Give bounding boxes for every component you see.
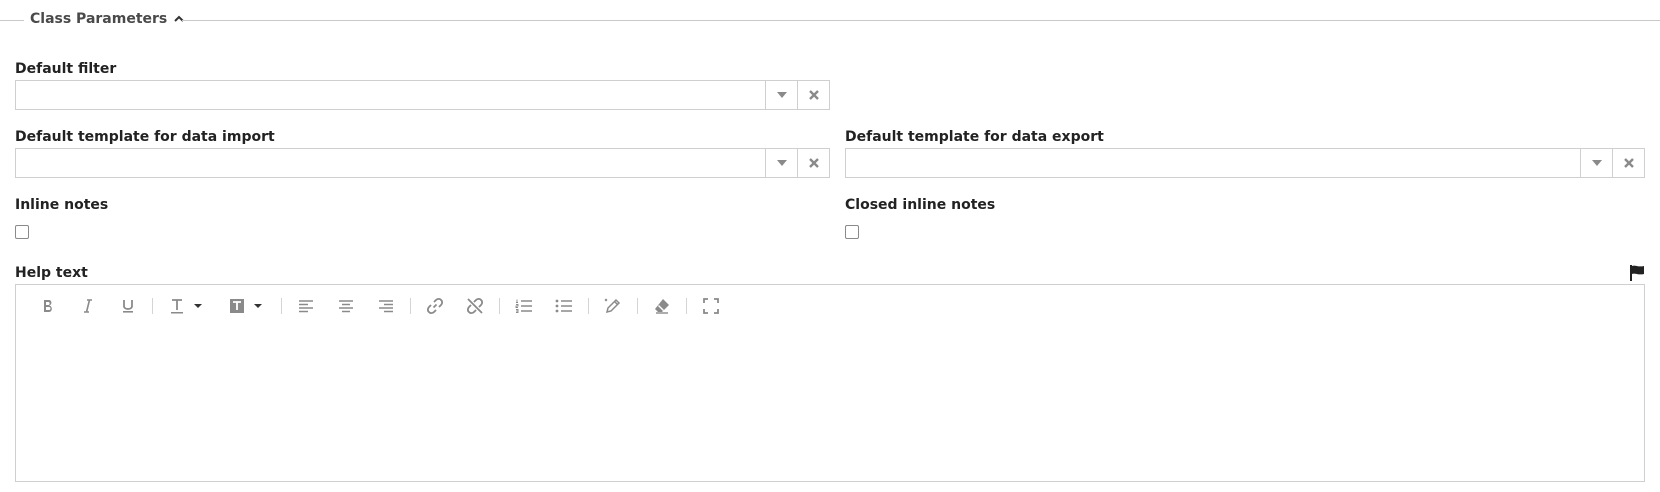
export-template-input[interactable]: [846, 149, 1580, 177]
toolbar-separator: [588, 298, 589, 314]
fullscreen-button[interactable]: [691, 293, 731, 319]
caret-down-icon: [776, 92, 787, 98]
export-template-clear-button[interactable]: [1612, 149, 1644, 177]
toolbar-separator: [410, 298, 411, 314]
clear-format-button[interactable]: [642, 293, 682, 319]
pencil-icon: [604, 298, 621, 314]
link-icon: [426, 297, 444, 315]
import-template-label: Default template for data import: [15, 129, 275, 145]
align-center-button[interactable]: [326, 293, 366, 319]
default-filter-combo: [15, 80, 830, 110]
underline-button[interactable]: [108, 293, 148, 319]
default-filter-clear-button[interactable]: [797, 81, 829, 109]
close-icon: [808, 158, 819, 168]
default-filter-dropdown-button[interactable]: [765, 81, 797, 109]
align-left-icon: [299, 300, 313, 313]
italic-button[interactable]: [68, 293, 108, 319]
toolbar-separator: [281, 298, 282, 314]
unlink-button[interactable]: [455, 293, 495, 319]
caret-down-icon: [776, 160, 787, 166]
inline-notes-checkbox[interactable]: [15, 225, 29, 239]
toolbar-separator: [686, 298, 687, 314]
caret-down-icon: [1591, 160, 1602, 166]
ordered-list-icon: [515, 299, 532, 313]
align-right-button[interactable]: [366, 293, 406, 319]
help-text-editor: [15, 284, 1645, 482]
fullscreen-icon: [703, 298, 719, 314]
unordered-list-button[interactable]: [544, 293, 584, 319]
close-icon: [808, 90, 819, 100]
section-header: Class Parameters: [0, 10, 1660, 32]
background-color-button[interactable]: [217, 293, 277, 319]
section-title: Class Parameters: [30, 11, 168, 27]
toolbar-separator: [152, 298, 153, 314]
import-template-combo: [15, 148, 830, 178]
eraser-icon: [655, 299, 669, 314]
toolbar-separator: [637, 298, 638, 314]
import-template-dropdown-button[interactable]: [765, 149, 797, 177]
text-color-button[interactable]: [157, 293, 217, 319]
close-icon: [1623, 158, 1634, 168]
chevron-up-icon: [174, 15, 184, 22]
import-template-input[interactable]: [16, 149, 765, 177]
export-template-dropdown-button[interactable]: [1580, 149, 1612, 177]
background-color-icon: [230, 299, 262, 313]
align-center-icon: [339, 300, 353, 313]
bold-button[interactable]: [28, 293, 68, 319]
export-template-label: Default template for data export: [845, 129, 1104, 145]
default-filter-input[interactable]: [16, 81, 765, 109]
default-filter-label: Default filter: [15, 61, 117, 77]
link-button[interactable]: [415, 293, 455, 319]
align-left-button[interactable]: [286, 293, 326, 319]
help-text-label: Help text: [15, 265, 88, 281]
ordered-list-button[interactable]: [504, 293, 544, 319]
toolbar-separator: [499, 298, 500, 314]
export-template-combo: [845, 148, 1645, 178]
section-divider-left: [0, 20, 24, 21]
section-divider-right: [182, 20, 1660, 21]
underline-icon: [123, 300, 133, 313]
closed-inline-notes-checkbox[interactable]: [845, 225, 859, 239]
bold-icon: [44, 300, 52, 312]
align-right-icon: [379, 300, 393, 313]
inline-notes-label: Inline notes: [15, 197, 109, 213]
edit-source-button[interactable]: [593, 293, 633, 319]
closed-inline-notes-label: Closed inline notes: [845, 197, 996, 213]
section-toggle[interactable]: Class Parameters: [30, 11, 185, 27]
flag-icon[interactable]: [1628, 264, 1646, 282]
import-template-clear-button[interactable]: [797, 149, 829, 177]
text-color-icon: [171, 299, 202, 314]
italic-icon: [84, 299, 92, 313]
editor-toolbar: [16, 285, 731, 327]
unordered-list-icon: [555, 299, 572, 313]
unlink-icon: [466, 297, 484, 315]
help-text-content[interactable]: [16, 327, 1644, 481]
